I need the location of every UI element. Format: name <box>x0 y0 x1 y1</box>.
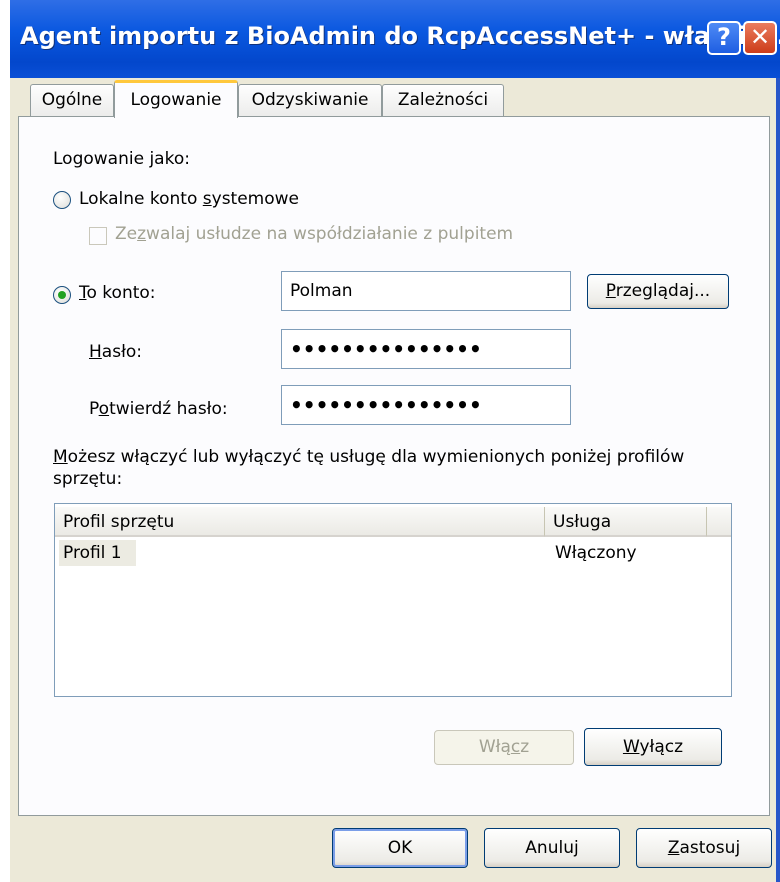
tab-recovery[interactable]: Odzyskiwanie <box>238 84 382 116</box>
profile-cell: Profil 1 <box>59 540 136 566</box>
cancel-button[interactable]: Anuluj <box>484 828 620 868</box>
password-label: Hasło: <box>89 342 143 362</box>
title-bar[interactable]: Agent importu z BioAdmin do RcpAccessNet… <box>10 0 780 78</box>
password-input[interactable]: ••••••••••••••• <box>281 329 571 369</box>
apply-button[interactable]: Zastosuj <box>636 828 772 868</box>
account-name-input[interactable]: Polman <box>281 271 571 311</box>
service-cell: Włączony <box>555 543 637 563</box>
column-header-service[interactable]: Usługa <box>545 507 707 537</box>
tab-logon[interactable]: Logowanie <box>114 80 238 118</box>
radio-selected-dot <box>58 291 66 299</box>
this-account-label[interactable]: To konto: <box>79 283 156 303</box>
browse-button[interactable]: Przeglądaj... <box>587 274 729 309</box>
profiles-description-line1: Możesz włączyć lub wyłączyć tę usługę dl… <box>53 447 685 467</box>
table-row[interactable]: Profil 1 Włączony <box>55 540 731 566</box>
dialog-window: Agent importu z BioAdmin do RcpAccessNet… <box>10 0 780 882</box>
logon-as-label: Logowanie jako: <box>53 149 190 169</box>
this-account-radio[interactable] <box>53 286 71 304</box>
ok-button[interactable]: OK <box>332 828 468 868</box>
tab-general[interactable]: Ogólne <box>30 84 114 116</box>
local-system-label[interactable]: Lokalne konto systemowe <box>79 189 299 209</box>
disable-button[interactable]: Wyłącz <box>584 728 722 766</box>
enable-button[interactable]: Włącz <box>434 730 574 765</box>
column-header-profile[interactable]: Profil sprzętu <box>55 507 545 537</box>
window-title: Agent importu z BioAdmin do RcpAccessNet… <box>20 22 780 50</box>
help-icon: ? <box>717 23 731 51</box>
profiles-description-line2: sprzętu: <box>53 469 123 489</box>
column-header-filler <box>707 507 731 537</box>
close-button[interactable]: ✕ <box>743 21 777 55</box>
help-button[interactable]: ? <box>707 21 741 55</box>
interact-desktop-checkbox[interactable] <box>89 227 107 245</box>
close-icon: ✕ <box>749 23 771 51</box>
confirm-password-input[interactable]: ••••••••••••••• <box>281 385 571 425</box>
hardware-profiles-list[interactable]: Profil sprzętu Usługa Profil 1 Włączony <box>54 503 732 697</box>
interact-desktop-label: Zezwalaj usłudze na współdziałanie z pul… <box>115 224 514 244</box>
local-system-radio[interactable] <box>53 191 71 209</box>
confirm-password-label: Potwierdź hasło: <box>89 399 228 419</box>
dialog-body: Ogólne Logowanie Odzyskiwanie Zależności… <box>10 78 776 882</box>
tab-panel-logon: Logowanie jako: Lokalne konto systemowe … <box>18 116 770 816</box>
tab-dependencies[interactable]: Zależności <box>382 84 504 116</box>
